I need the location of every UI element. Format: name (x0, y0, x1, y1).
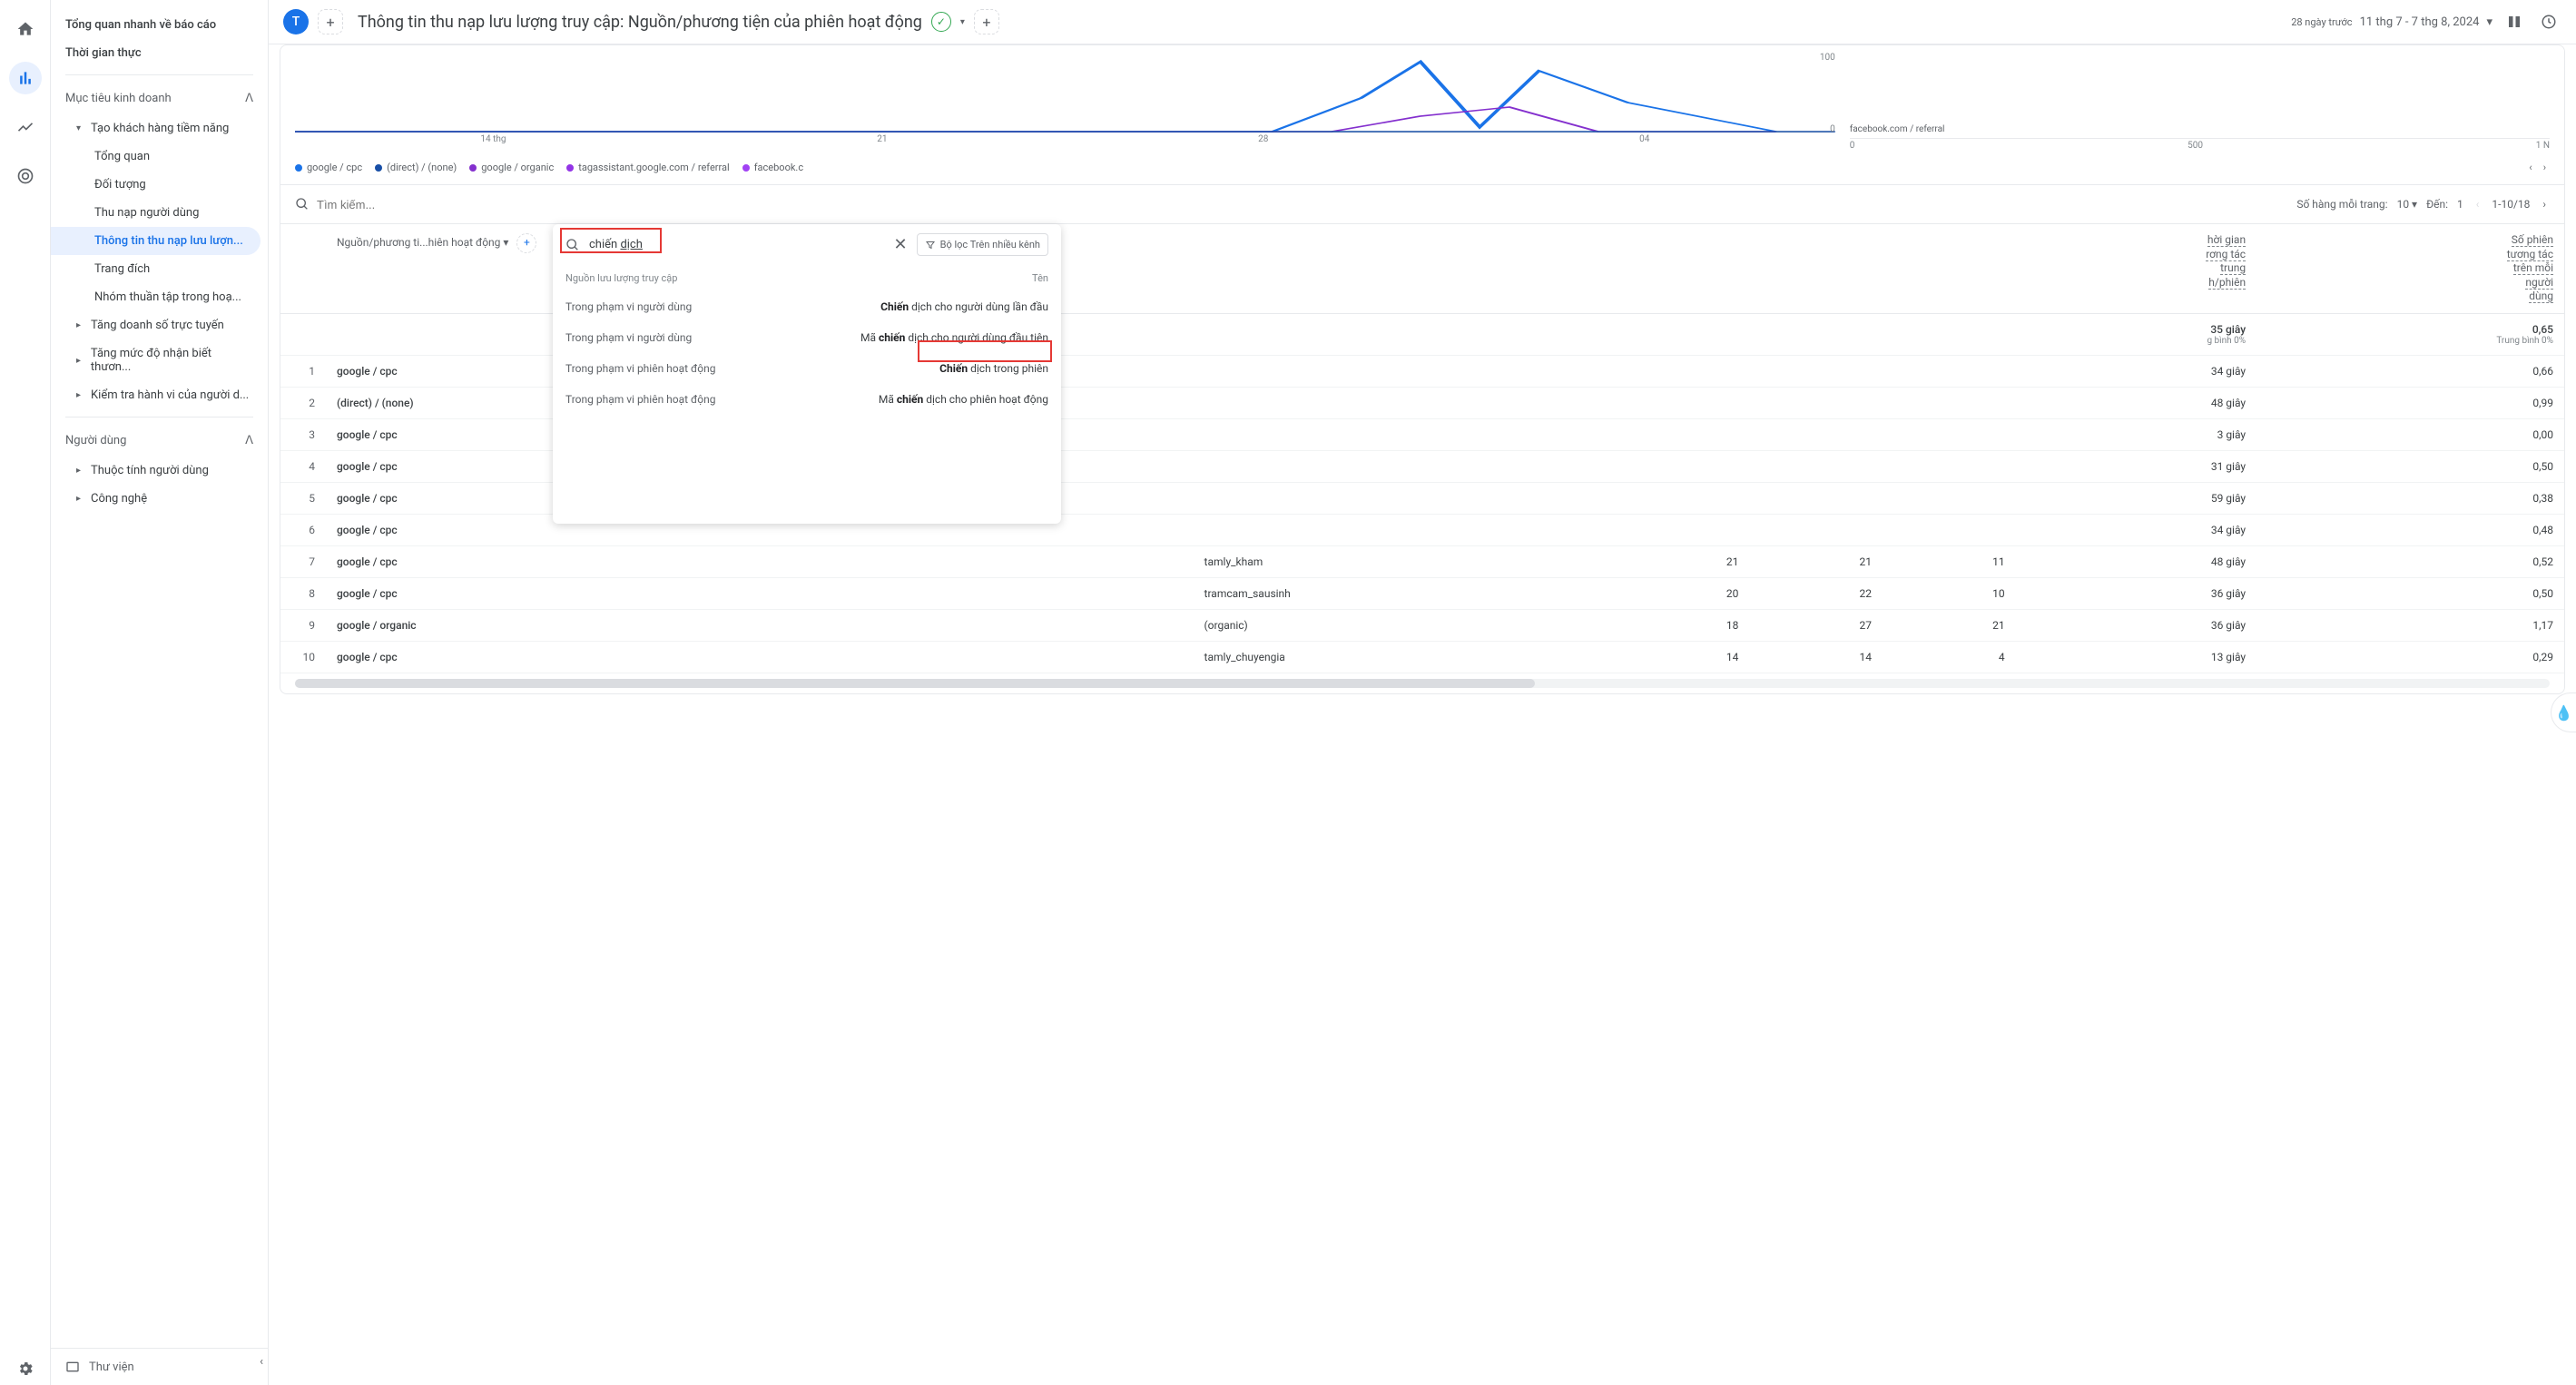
table-row[interactable]: 8google / cpctramcam_sausinh20221036 giâ… (280, 577, 2564, 609)
rail-settings-icon[interactable] (9, 1352, 42, 1385)
dimension-picker-dropdown: chiến dịch ✕ Bộ lọc Trên nhiều kênh Nguồ… (553, 224, 1061, 524)
sidebar-behavior[interactable]: ▸Kiểm tra hành vi của người d... (51, 381, 268, 409)
library-icon (65, 1360, 80, 1374)
legend-next-icon[interactable]: › (2540, 160, 2550, 175)
chart-area: 1000 14 thg 21 28 04 facebook.com / refe… (280, 45, 2564, 154)
sidebar-section-business[interactable]: Mục tiêu kinh doanh ᐱ (51, 83, 268, 114)
page-next-icon[interactable]: › (2539, 194, 2550, 214)
multi-channel-filter-button[interactable]: Bộ lọc Trên nhiều kênh (917, 233, 1048, 256)
rows-per-page-label: Số hàng mỗi trang: (2296, 198, 2387, 211)
search-icon (565, 238, 580, 252)
table-search-input[interactable] (317, 198, 2289, 211)
nav-rail (0, 0, 51, 1385)
sidebar-collapse-icon[interactable]: ‹ (254, 1350, 269, 1374)
legend-item[interactable]: google / organic (469, 162, 554, 173)
goto-value[interactable]: 1 (2457, 198, 2463, 211)
table-row[interactable]: 7google / cpctamly_kham21211148 giây0,52 (280, 545, 2564, 577)
sidebar-overview[interactable]: Tổng quan nhanh về báo cáo (51, 11, 268, 39)
rows-per-page-select[interactable]: 10 ▾ (2397, 198, 2418, 211)
sidebar-library[interactable]: Thư viện (51, 1348, 268, 1385)
page-range: 1-10/18 (2492, 198, 2530, 211)
dropdown-col-name: Tên (1032, 272, 1048, 284)
sidebar-leadgen[interactable]: ▾ Tạo khách hàng tiềm năng (51, 114, 268, 142)
rail-home-icon[interactable] (9, 13, 42, 45)
status-check-icon[interactable]: ✓ (931, 12, 951, 32)
rail-reports-icon[interactable] (9, 62, 42, 94)
page-prev-icon[interactable]: ‹ (2473, 194, 2483, 214)
sidebar-tech[interactable]: ▸Công nghệ (51, 485, 268, 513)
chart-legend: google / cpc (direct) / (none) google / … (280, 154, 2564, 185)
dimension-search-input[interactable]: chiến dịch (589, 238, 885, 251)
header: T + Thông tin thu nạp lưu lượng truy cập… (269, 0, 2576, 44)
col-sessions-per-user[interactable]: Số phiêntương táctrên mỗingườidùng (2256, 224, 2564, 313)
chevron-down-icon: ▾ (76, 123, 85, 133)
sidebar-item-traffic-acq[interactable]: Thông tin thu nạp lưu lượn... (51, 227, 261, 255)
search-icon (295, 197, 310, 211)
dimension-option[interactable]: Trong phạm vi phiên hoạt độngMã chiến dị… (553, 384, 1061, 415)
add-button-2[interactable]: + (974, 9, 999, 34)
sidebar-item-landing[interactable]: Trang đích (51, 255, 268, 283)
sidebar-realtime[interactable]: Thời gian thực (51, 39, 268, 67)
chevron-up-icon: ᐱ (245, 434, 253, 447)
chevron-down-icon: ▾ (2486, 15, 2492, 29)
rail-advertising-icon[interactable] (9, 160, 42, 192)
table-row[interactable]: 9google / organic(organic)18272136 giây1… (280, 609, 2564, 641)
page-title: Thông tin thu nạp lưu lượng truy cập: Ng… (358, 13, 922, 32)
filter-icon (925, 240, 936, 250)
date-range-picker[interactable]: 28 ngày trước 11 thg 7 - 7 thg 8, 2024 ▾ (2291, 15, 2492, 29)
dimension-option[interactable]: Trong phạm vi người dùngMã chiến dịch ch… (553, 322, 1061, 353)
chevron-down-icon: ▾ (503, 236, 508, 249)
legend-item[interactable]: (direct) / (none) (375, 162, 457, 173)
sidebar-user-attr[interactable]: ▸Thuộc tính người dùng (51, 457, 268, 485)
title-dropdown-icon[interactable]: ▾ (960, 17, 965, 27)
legend-item[interactable]: facebook.c (742, 162, 803, 173)
sidebar: Tổng quan nhanh về báo cáo Thời gian thự… (51, 0, 269, 1385)
compare-icon[interactable] (2502, 9, 2527, 34)
clear-search-icon[interactable]: ✕ (894, 235, 908, 254)
add-comparison-button[interactable]: + (318, 9, 343, 34)
dimension-option[interactable]: Trong phạm vi phiên hoạt độngChiến dịch … (553, 353, 1061, 384)
dimension-option[interactable]: Trong phạm vi người dùngChiến dịch cho n… (553, 291, 1061, 322)
goto-label: Đến: (2426, 198, 2448, 211)
add-dimension-button[interactable]: + (516, 233, 536, 253)
bar-chart[interactable]: facebook.com / referral 0 500 1 N (1850, 53, 2550, 151)
horizontal-scrollbar[interactable] (295, 679, 2550, 688)
sidebar-section-user[interactable]: Người dùng ᐱ (51, 425, 268, 457)
sidebar-sales[interactable]: ▸Tăng doanh số trực tuyến (51, 311, 268, 339)
sidebar-item-user-acq[interactable]: Thu nạp người dùng (51, 199, 268, 227)
legend-item[interactable]: google / cpc (295, 162, 362, 173)
chevron-up-icon: ᐱ (245, 92, 253, 105)
dropdown-col-scope: Nguồn lưu lượng truy cập (565, 272, 677, 284)
legend-prev-icon[interactable]: ‹ (2525, 160, 2535, 175)
rail-explore-icon[interactable] (9, 111, 42, 143)
legend-item[interactable]: tagassistant.google.com / referral (566, 162, 729, 173)
sidebar-item-cohort[interactable]: Nhóm thuần tập trong hoạ... (51, 283, 268, 311)
workspace-avatar[interactable]: T (283, 9, 309, 34)
table-row[interactable]: 10google / cpctamly_chuyengia1414413 giâ… (280, 641, 2564, 673)
sidebar-awareness[interactable]: ▸Tăng mức độ nhận biết thươn... (51, 339, 268, 381)
sidebar-item-overview[interactable]: Tổng quan (51, 142, 268, 171)
line-chart[interactable]: 1000 14 thg 21 28 04 (295, 53, 1835, 151)
sidebar-item-audience[interactable]: Đối tượng (51, 171, 268, 199)
col-engagement-time[interactable]: hời gianrơng táctrungh/phiên (2016, 224, 2256, 313)
share-icon[interactable] (2536, 9, 2561, 34)
